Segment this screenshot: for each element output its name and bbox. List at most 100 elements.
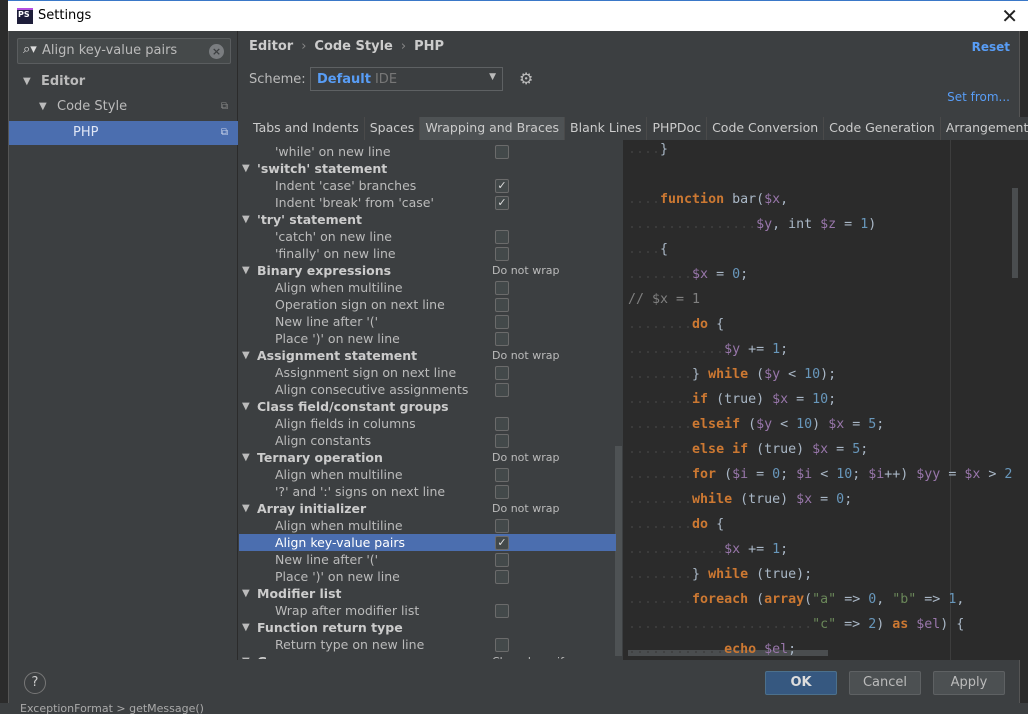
option-checkbox[interactable]: ✓: [495, 196, 509, 210]
code-token: =>: [836, 592, 869, 607]
option-group[interactable]: ▼ 'switch' statement: [239, 160, 616, 177]
ok-button[interactable]: OK: [765, 671, 837, 695]
expand-triangle-icon[interactable]: ▼: [242, 160, 250, 177]
expand-triangle-icon[interactable]: ▼: [23, 70, 31, 94]
expand-triangle-icon[interactable]: ▼: [242, 211, 250, 228]
clear-search-icon[interactable]: ×: [209, 44, 224, 59]
tab-code-generation[interactable]: Code Generation: [824, 117, 941, 140]
option-row[interactable]: Align fields in columns: [239, 415, 616, 432]
option-checkbox[interactable]: [495, 434, 509, 448]
option-row[interactable]: Align when multiline: [239, 466, 616, 483]
tab-spaces[interactable]: Spaces: [364, 117, 421, 140]
scheme-select[interactable]: Default IDE ▼: [310, 67, 503, 91]
option-group[interactable]: ▼ Assignment statement Do not wrap: [239, 347, 616, 364]
tab-code-conversion[interactable]: Code Conversion: [707, 117, 825, 140]
option-checkbox[interactable]: [495, 485, 509, 499]
expand-triangle-icon[interactable]: ▼: [242, 398, 250, 415]
option-checkbox[interactable]: [495, 553, 509, 567]
reset-link[interactable]: Reset: [972, 40, 1010, 54]
option-checkbox[interactable]: [495, 366, 509, 380]
tree-item-php[interactable]: PHP ⧉: [9, 121, 238, 145]
option-row[interactable]: Place ')' on new line: [239, 330, 616, 347]
cancel-button[interactable]: Cancel: [849, 671, 921, 695]
expand-triangle-icon[interactable]: ▼: [242, 619, 250, 636]
expand-triangle-icon[interactable]: ▼: [242, 449, 250, 466]
option-row[interactable]: Wrap after modifier list: [239, 602, 616, 619]
expand-triangle-icon[interactable]: ▼: [242, 347, 250, 364]
wrap-select[interactable]: Chop down if...: [492, 653, 574, 659]
tab-tabs-and-indents[interactable]: Tabs and Indents: [248, 117, 365, 140]
option-row[interactable]: 'finally' on new line: [239, 245, 616, 262]
option-checkbox[interactable]: [495, 604, 509, 618]
option-checkbox[interactable]: [495, 383, 509, 397]
tab-wrapping-and-braces[interactable]: Wrapping and Braces: [420, 117, 566, 140]
option-checkbox[interactable]: [495, 315, 509, 329]
option-row[interactable]: Assignment sign on next line: [239, 364, 616, 381]
option-group[interactable]: ▼ Binary expressions Do not wrap: [239, 262, 616, 279]
option-checkbox[interactable]: [495, 230, 509, 244]
option-checkbox[interactable]: [495, 298, 509, 312]
option-row[interactable]: Align when multiline: [239, 279, 616, 296]
option-checkbox[interactable]: [495, 519, 509, 533]
option-group[interactable]: ▼ Modifier list: [239, 585, 616, 602]
code-token: ,: [956, 592, 965, 607]
tab-arrangement[interactable]: Arrangement: [940, 117, 1028, 140]
option-checkbox[interactable]: [495, 332, 509, 346]
option-row[interactable]: Align consecutive assignments: [239, 381, 616, 398]
option-row[interactable]: Align when multiline: [239, 517, 616, 534]
wrap-select[interactable]: Do not wrap: [492, 449, 559, 466]
expand-triangle-icon[interactable]: ▼: [242, 653, 250, 659]
close-icon[interactable]: ✕: [1001, 4, 1018, 28]
code-line: ......................."c" => 2) as $el)…: [628, 612, 964, 637]
option-checkbox[interactable]: [495, 145, 509, 159]
tree-item-code-style[interactable]: ▼ Code Style ⧉: [9, 95, 238, 119]
code-line: ........if (true) $x = 10;: [628, 387, 836, 412]
option-checkbox[interactable]: [495, 281, 509, 295]
option-group[interactable]: ▼ 'try' statement: [239, 211, 616, 228]
search-input[interactable]: ⌕▾ Align key-value pairs ×: [17, 38, 231, 64]
option-checkbox[interactable]: [495, 247, 509, 261]
help-button[interactable]: ?: [24, 672, 46, 694]
option-row[interactable]: Align key-value pairs ✓: [239, 534, 616, 551]
option-group[interactable]: ▼ Function return type: [239, 619, 616, 636]
option-group[interactable]: ▼ Array initializer Do not wrap: [239, 500, 616, 517]
option-checkbox[interactable]: [495, 468, 509, 482]
apply-button[interactable]: Apply: [933, 671, 1005, 695]
option-checkbox[interactable]: ✓: [495, 536, 509, 550]
wrap-select[interactable]: Do not wrap: [492, 262, 559, 279]
option-row[interactable]: '?' and ':' signs on next line: [239, 483, 616, 500]
wrap-select[interactable]: Do not wrap: [492, 347, 559, 364]
set-from-link[interactable]: Set from...: [947, 90, 1010, 104]
option-checkbox[interactable]: ✓: [495, 179, 509, 193]
option-row[interactable]: New line after '(': [239, 551, 616, 568]
option-row[interactable]: 'while' on new line: [239, 143, 616, 160]
tab-blank-lines[interactable]: Blank Lines: [565, 117, 648, 140]
option-row[interactable]: Operation sign on next line: [239, 296, 616, 313]
option-row[interactable]: Return type on new line: [239, 636, 616, 653]
option-row[interactable]: 'catch' on new line: [239, 228, 616, 245]
option-checkbox[interactable]: [495, 417, 509, 431]
expand-triangle-icon[interactable]: ▼: [242, 585, 250, 602]
option-row[interactable]: Indent 'break' from 'case' ✓: [239, 194, 616, 211]
option-row[interactable]: Align constants: [239, 432, 616, 449]
code-token: +=: [740, 542, 773, 557]
option-group[interactable]: ▼ Ternary operation Do not wrap: [239, 449, 616, 466]
option-label: Ternary operation: [257, 450, 383, 465]
option-checkbox[interactable]: [495, 570, 509, 584]
expand-triangle-icon[interactable]: ▼: [242, 500, 250, 517]
option-row[interactable]: Indent 'case' branches ✓: [239, 177, 616, 194]
option-group[interactable]: ▼ Class field/constant groups: [239, 398, 616, 415]
option-label: Align fields in columns: [275, 416, 416, 431]
gear-icon[interactable]: ⚙: [519, 69, 533, 88]
expand-triangle-icon[interactable]: ▼: [39, 95, 47, 119]
option-checkbox[interactable]: [495, 638, 509, 652]
tree-item-editor[interactable]: ▼ Editor: [9, 70, 238, 94]
preview-vertical-scrollbar[interactable]: [1012, 188, 1018, 278]
wrap-select[interactable]: Do not wrap: [492, 500, 559, 517]
option-row[interactable]: Place ')' on new line: [239, 568, 616, 585]
expand-triangle-icon[interactable]: ▼: [242, 262, 250, 279]
option-row[interactable]: New line after '(': [239, 313, 616, 330]
option-group[interactable]: ▼ Group use Chop down if...: [239, 653, 616, 659]
options-scrollbar[interactable]: [615, 446, 622, 656]
tab-phpdoc[interactable]: PHPDoc: [647, 117, 708, 140]
